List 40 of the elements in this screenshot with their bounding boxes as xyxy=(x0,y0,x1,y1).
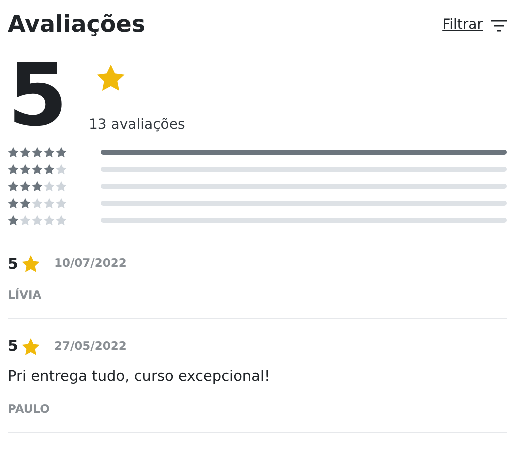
empty-star-icon xyxy=(56,198,67,209)
filter-icon xyxy=(491,20,507,32)
filled-star-icon xyxy=(20,164,31,175)
filled-star-icon xyxy=(56,146,67,158)
section-title: Avaliações xyxy=(8,12,146,40)
star-icon xyxy=(97,64,125,92)
empty-star-icon xyxy=(44,180,55,192)
empty-star-icon xyxy=(32,214,43,226)
review-date: 27/05/2022 xyxy=(54,338,127,355)
review-date: 10/07/2022 xyxy=(54,255,127,272)
average-rating: 5 xyxy=(8,56,69,136)
filled-star-icon xyxy=(8,214,19,226)
star-icon xyxy=(22,338,40,356)
filled-star-icon xyxy=(20,146,31,158)
filled-star-icon xyxy=(32,146,43,158)
empty-star-icon xyxy=(32,198,43,209)
empty-star-icon xyxy=(56,214,67,226)
filled-star-icon xyxy=(8,198,19,209)
empty-star-icon xyxy=(56,164,67,175)
filled-star-icon xyxy=(44,146,55,158)
filled-star-icon xyxy=(8,146,19,158)
review-count: 13 avaliações xyxy=(89,116,186,135)
star-icon xyxy=(22,254,40,273)
filled-star-icon xyxy=(8,180,19,192)
empty-star-icon xyxy=(44,198,55,209)
rating-value: 5 xyxy=(8,254,18,275)
empty-star-icon xyxy=(20,214,31,226)
review-text: Pri entrega tudo, curso excepcional! xyxy=(8,368,272,387)
empty-star-icon xyxy=(44,214,55,226)
review-author: PAULO xyxy=(8,400,51,418)
filled-star-icon xyxy=(20,198,31,209)
review-author: LÍVIA xyxy=(8,287,43,304)
filter-link[interactable]: Filtrar xyxy=(442,15,507,36)
filled-star-icon xyxy=(8,164,19,175)
filled-star-icon xyxy=(44,164,55,175)
filled-star-icon xyxy=(20,180,31,192)
filled-star-icon xyxy=(32,164,43,175)
empty-star-icon xyxy=(56,180,67,192)
filled-star-icon xyxy=(32,180,43,192)
rating-value: 5 xyxy=(8,336,18,358)
